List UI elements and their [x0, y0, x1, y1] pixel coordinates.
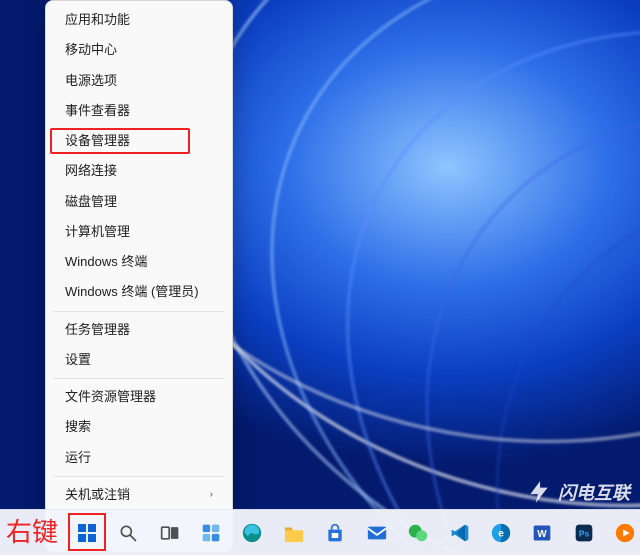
menu-item-windows-terminal-admin[interactable]: Windows 终端 (管理员)	[51, 277, 227, 307]
menu-item-label: 磁盘管理	[65, 194, 117, 210]
menu-item-label: 计算机管理	[65, 224, 130, 240]
windows-icon	[77, 523, 97, 543]
menu-item-label: 移动中心	[65, 42, 117, 58]
menu-item-device-manager[interactable]: 设备管理器	[51, 126, 227, 156]
annotation-right-click-label: 右键	[6, 512, 58, 549]
menu-item-label: 事件查看器	[65, 103, 130, 119]
menu-item-power-options[interactable]: 电源选项	[51, 66, 227, 96]
menu-item-mobility-center[interactable]: 移动中心	[51, 35, 227, 65]
menu-item-network-connections[interactable]: 网络连接	[51, 156, 227, 186]
taskbar-button-wechat[interactable]	[403, 518, 432, 548]
svg-text:e: e	[498, 528, 504, 539]
watermark: 闪电互联	[526, 479, 630, 505]
photoshop-icon: Ps	[574, 523, 594, 543]
svg-text:W: W	[538, 529, 548, 540]
menu-item-disk-management[interactable]: 磁盘管理	[51, 187, 227, 217]
menu-item-computer-management[interactable]: 计算机管理	[51, 217, 227, 247]
taskbar-button-media[interactable]	[610, 518, 639, 548]
menu-item-task-manager[interactable]: 任务管理器	[51, 315, 227, 345]
vscode-icon	[450, 523, 470, 543]
menu-separator	[53, 311, 225, 312]
chat-icon	[407, 522, 429, 544]
menu-item-file-explorer[interactable]: 文件资源管理器	[51, 382, 227, 412]
taskbar-button-explorer[interactable]	[279, 518, 308, 548]
menu-item-label: 网络连接	[65, 163, 117, 179]
mail-icon	[366, 523, 388, 543]
menu-item-label: 电源选项	[65, 73, 117, 89]
menu-separator	[53, 378, 225, 379]
menu-item-search[interactable]: 搜索	[51, 412, 227, 442]
menu-item-label: 文件资源管理器	[65, 389, 156, 405]
menu-item-label: 设备管理器	[65, 133, 130, 149]
media-icon	[614, 522, 636, 544]
store-icon	[325, 523, 345, 543]
menu-item-label: Windows 终端	[65, 254, 147, 270]
start-context-menu: 应用和功能移动中心电源选项事件查看器设备管理器网络连接磁盘管理计算机管理 Wind…	[45, 0, 233, 552]
edge-icon	[241, 522, 263, 544]
widgets-icon	[201, 523, 221, 543]
menu-item-label: 关机或注销	[65, 487, 130, 503]
menu-item-windows-terminal[interactable]: Windows 终端	[51, 247, 227, 277]
menu-item-apps-and-features[interactable]: 应用和功能	[51, 5, 227, 35]
svg-text:Ps: Ps	[579, 528, 590, 538]
taskbar-button-word[interactable]: W	[528, 518, 557, 548]
menu-item-label: 任务管理器	[65, 322, 130, 338]
menu-item-settings[interactable]: 设置	[51, 345, 227, 375]
menu-item-label: Windows 终端 (管理员)	[65, 284, 199, 300]
taskbar-button-widgets[interactable]	[196, 518, 225, 548]
menu-item-event-viewer[interactable]: 事件查看器	[51, 96, 227, 126]
taskbar-button-start[interactable]	[72, 518, 101, 548]
menu-item-label: 运行	[65, 450, 91, 466]
folder-icon	[283, 523, 305, 543]
watermark-text: 闪电互联	[558, 479, 630, 505]
taskbar-button-vscode[interactable]	[445, 518, 474, 548]
taskbar-button-edge[interactable]	[238, 518, 267, 548]
menu-item-shutdown-signout[interactable]: 关机或注销 ›	[51, 480, 227, 510]
taskbar-button-search[interactable]	[113, 518, 142, 548]
taskbar-button-outlook[interactable]	[362, 518, 391, 548]
chevron-right-icon: ›	[210, 489, 213, 502]
word-icon: W	[532, 523, 552, 543]
desktop-wallpaper: 应用和功能移动中心电源选项事件查看器设备管理器网络连接磁盘管理计算机管理 Wind…	[0, 0, 640, 555]
menu-item-label: 搜索	[65, 419, 91, 435]
taskbar-button-photoshop[interactable]: Ps	[569, 518, 598, 548]
menu-item-label: 设置	[65, 352, 91, 368]
taskbar-button-task-view[interactable]	[155, 518, 184, 548]
taskbar-button-store[interactable]	[321, 518, 350, 548]
lightning-icon	[526, 479, 552, 505]
menu-item-run[interactable]: 运行	[51, 443, 227, 473]
search-icon	[118, 523, 138, 543]
menu-separator	[53, 476, 225, 477]
taskbar: e W Ps	[0, 509, 640, 555]
menu-item-label: 应用和功能	[65, 12, 130, 28]
taskview-icon	[160, 523, 180, 543]
browser2-icon: e	[490, 522, 512, 544]
taskbar-button-browser2[interactable]: e	[486, 518, 515, 548]
